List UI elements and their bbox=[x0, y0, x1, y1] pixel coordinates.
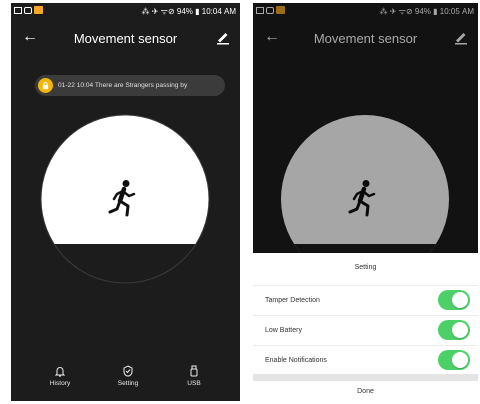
setting-row-notifications: Enable Notifications bbox=[253, 345, 478, 376]
sheet-title: Setting bbox=[354, 264, 377, 271]
shield-check-icon bbox=[123, 365, 133, 377]
image-notification-icon bbox=[14, 6, 22, 14]
message-notification-icon bbox=[24, 6, 32, 14]
bell-icon bbox=[54, 367, 66, 377]
tamper-detection-toggle[interactable] bbox=[438, 290, 470, 310]
nav-setting[interactable]: Setting bbox=[108, 365, 148, 387]
sheet-divider bbox=[253, 374, 478, 381]
setting-row-tamper: Tamper Detection bbox=[253, 285, 478, 316]
nav-history[interactable]: History bbox=[40, 365, 80, 387]
notification-icons bbox=[14, 6, 43, 14]
nav-setting-label: Setting bbox=[117, 380, 139, 387]
status-right-text: ⁂ ✈ ᯤ⊘ 94% ▮ 10:04 AM bbox=[141, 7, 236, 16]
done-button[interactable]: Done bbox=[253, 381, 478, 401]
lock-alert-icon bbox=[38, 78, 53, 93]
usb-icon bbox=[190, 365, 198, 377]
setting-row-low-battery: Low Battery bbox=[253, 315, 478, 346]
phone-screen-right: ⁂ ✈ ᯤ⊘ 94% ▮ 10:05 AM ← Movement sensor … bbox=[253, 3, 478, 401]
toggle-knob bbox=[452, 292, 468, 308]
alert-banner[interactable]: 01-22 10:04 There are Strangers passing … bbox=[35, 75, 225, 96]
nav-history-label: History bbox=[49, 380, 71, 387]
setting-label: Enable Notifications bbox=[265, 357, 327, 364]
edit-pencil-icon[interactable] bbox=[215, 29, 231, 45]
title-bar: ← Movement sensor bbox=[11, 22, 240, 56]
status-bar: ⁂ ✈ ᯤ⊘ 94% ▮ 10:04 AM bbox=[11, 3, 240, 20]
toggle-knob bbox=[452, 352, 468, 368]
setting-label: Tamper Detection bbox=[265, 297, 320, 304]
toggle-knob bbox=[452, 322, 468, 338]
page-title: Movement sensor bbox=[73, 31, 178, 46]
settings-sheet: Setting Tamper Detection Low Battery Ena… bbox=[253, 253, 478, 401]
sensor-circle bbox=[40, 114, 210, 284]
phone-screen-left: ⁂ ✈ ᯤ⊘ 94% ▮ 10:04 AM ← Movement sensor … bbox=[11, 3, 240, 401]
nav-usb-label: USB bbox=[187, 380, 201, 387]
app-notification-icon bbox=[34, 6, 43, 14]
alert-text: 01-22 10:04 There are Strangers passing … bbox=[58, 82, 188, 89]
setting-label: Low Battery bbox=[265, 327, 302, 334]
low-battery-toggle[interactable] bbox=[438, 320, 470, 340]
bottom-nav: History Setting USB bbox=[11, 365, 240, 401]
nav-usb[interactable]: USB bbox=[174, 365, 214, 387]
enable-notifications-toggle[interactable] bbox=[438, 350, 470, 370]
